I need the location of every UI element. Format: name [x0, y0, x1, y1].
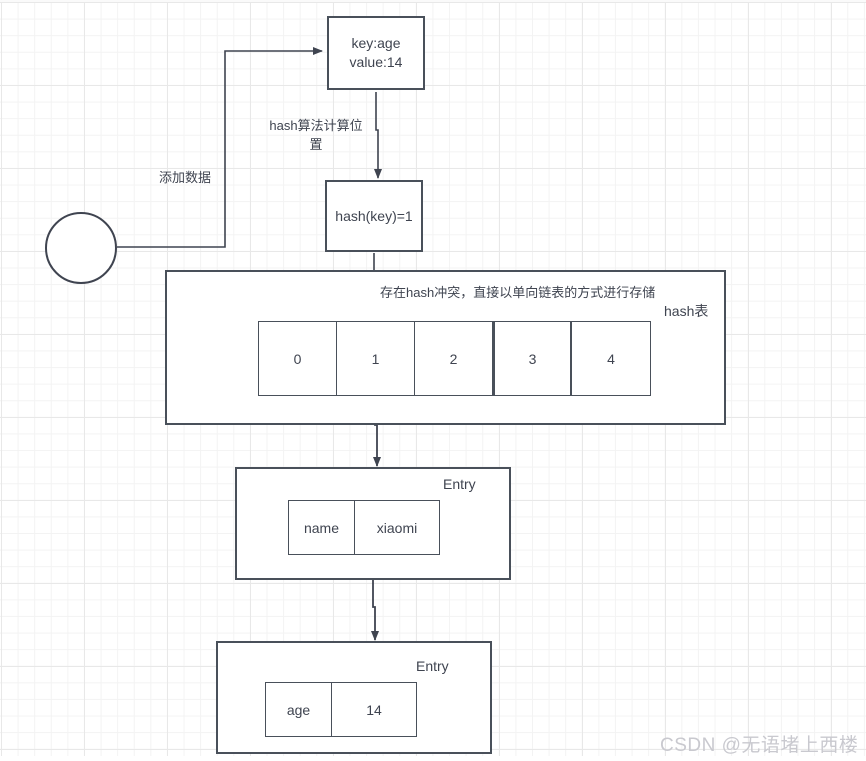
diagram-canvas: key:age value:14 添加数据 hash算法计算位 置 hash(k… — [0, 0, 866, 761]
entry-1-label: Entry — [443, 476, 476, 492]
entry-2-label: Entry — [416, 658, 449, 674]
entry-2-value-cell[interactable]: 14 — [331, 682, 417, 737]
canvas-bottom-margin — [0, 756, 866, 761]
hash-table-label: hash表 — [664, 303, 709, 319]
edge-label-hash-collision: 存在hash冲突，直接以单向链表的方式进行存储 — [380, 285, 656, 300]
entry-1-value-cell[interactable]: xiaomi — [354, 500, 440, 555]
key-value-box[interactable]: key:age value:14 — [327, 16, 425, 90]
entry-1-key-cell[interactable]: name — [288, 500, 355, 555]
entry-2-key-cell[interactable]: age — [265, 682, 332, 737]
hash-function-box[interactable]: hash(key)=1 — [325, 180, 423, 252]
start-node-circle[interactable] — [45, 212, 117, 284]
hash-cell-3[interactable]: 3 — [492, 321, 571, 396]
canvas-top-margin — [0, 0, 866, 2]
hash-cell-4[interactable]: 4 — [571, 321, 651, 396]
edge-label-add-data: 添加数据 — [158, 170, 211, 185]
hash-cell-0[interactable]: 0 — [258, 321, 337, 396]
csdn-watermark: CSDN @无语堵上西楼 — [660, 735, 859, 756]
edge-entry1-to-entry2 — [371, 580, 379, 641]
hash-cell-2[interactable]: 2 — [414, 321, 493, 396]
edge-label-hash-calc: hash算法计算位 置 — [269, 118, 363, 152]
hash-cell-1[interactable]: 1 — [336, 321, 415, 396]
